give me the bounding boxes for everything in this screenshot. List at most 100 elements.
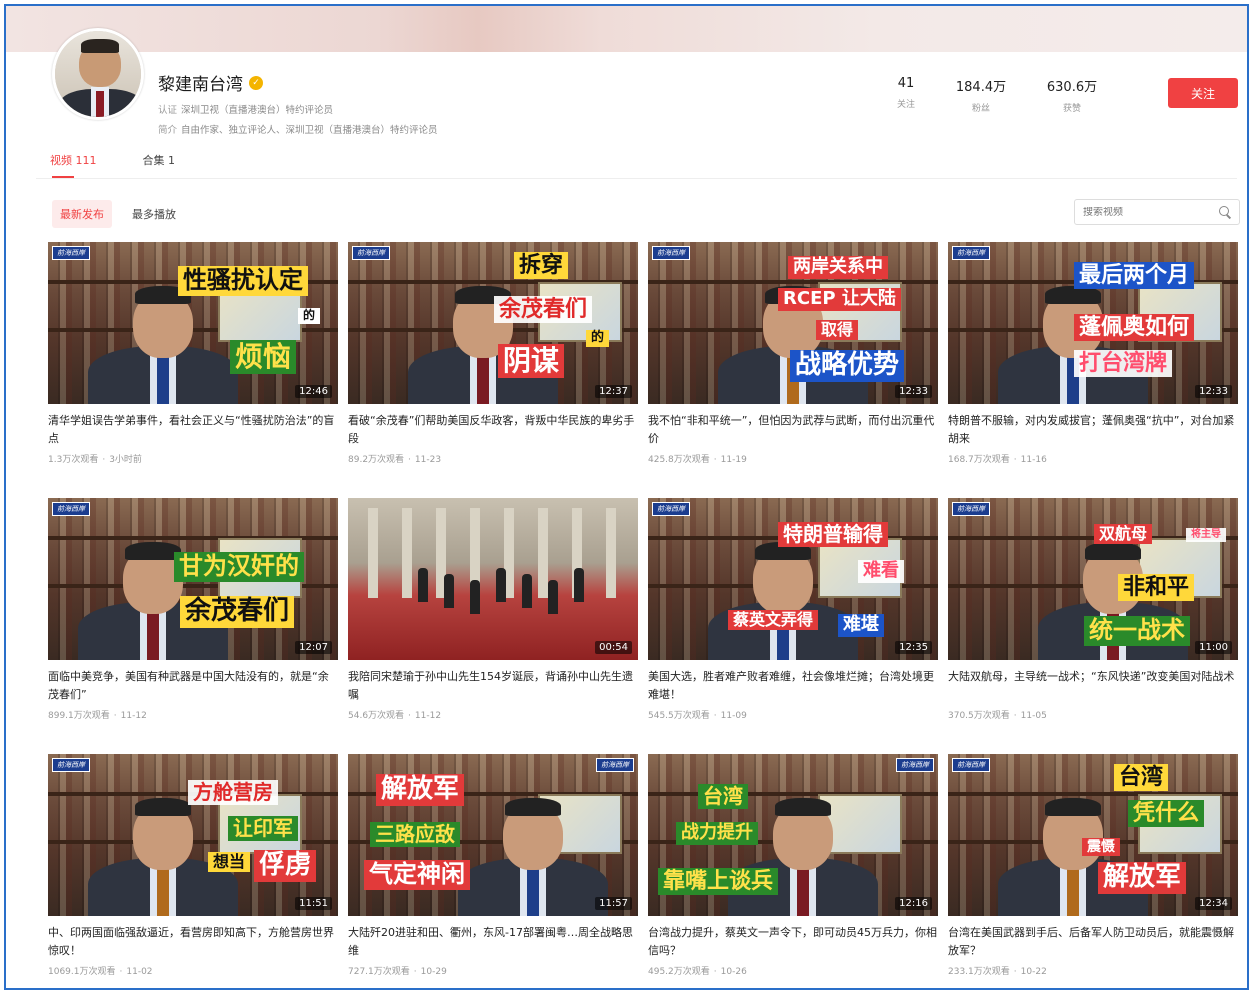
video-title[interactable]: 我不怕“非和平统一”，但怕因为武荐与武断，而付出沉重代价 (648, 412, 938, 448)
video-title[interactable]: 看破“余茂春”们帮助美国反华政客，背叛中华民族的卑劣手段 (348, 412, 638, 448)
video-card[interactable]: 前海西岸 解放军 三路应敌 气定神闲 11:57 大陆歼20进驻和田、衢州，东风-17部署… (348, 754, 638, 988)
video-title[interactable]: 面临中美竞争，美国有种武器是中国大陆没有的，就是“余茂春们” (48, 668, 338, 704)
video-card[interactable]: 前海西岸 两岸关系中 RCEP 让大陆 取得 战略优势 12:33 我不怕“非和平统一”，但… (648, 242, 938, 498)
video-title[interactable]: 特朗普不服输，对内发威拔官；蓬佩奥强“抗中”，对台加紧胡来 (948, 412, 1238, 448)
video-views: 425.8万次观看 (648, 455, 710, 465)
channel-logo-badge: 前海西岸 (652, 502, 690, 516)
stat-value: 630.6万 (1046, 80, 1098, 95)
video-thumbnail[interactable]: 前海西岸 拆穿 余茂春们的阴谋 12:37 (348, 242, 638, 404)
video-meta: 54.6万次观看 · 11-12 (348, 708, 638, 721)
sort-latest[interactable]: 最新发布 (52, 200, 112, 228)
meta-separator: · (1013, 711, 1017, 721)
video-duration: 11:51 (295, 897, 332, 910)
video-meta: 370.5万次观看 · 11-05 (948, 708, 1238, 721)
video-thumbnail[interactable]: 前海西岸 特朗普输得 难看 蔡英文弄得 难堪 12:35 (648, 498, 938, 660)
video-card[interactable]: 前海西岸 拆穿 余茂春们的阴谋 12:37 看破“余茂春”们帮助美国反华政客，背叛中华民… (348, 242, 638, 498)
avatar[interactable] (52, 28, 144, 120)
stat-likes: 630.6万 获赞 (1026, 76, 1118, 114)
video-thumbnail[interactable]: 前海西岸 解放军 三路应敌 气定神闲 11:57 (348, 754, 638, 916)
video-views: 89.2万次观看 (348, 455, 405, 465)
tab-collections[interactable]: 合集 1 (143, 152, 176, 178)
video-thumbnail[interactable]: 00:54 (348, 498, 638, 660)
video-meta: 545.5万次观看 · 11-09 (648, 708, 938, 721)
tab-videos[interactable]: 视频 111 (50, 152, 97, 178)
video-title[interactable]: 大陆歼20进驻和田、衢州，东风-17部署闽粤…周全战略思维 (348, 924, 638, 960)
video-title[interactable]: 台湾在美国武器到手后、后备军人防卫动员后，就能震慑解放军？ (948, 924, 1238, 960)
video-thumbnail[interactable]: 前海西岸 甘为汉奸的 余茂春们 12:07 (48, 498, 338, 660)
video-date: 11-09 (720, 711, 747, 721)
video-card[interactable]: 00:54 我陪同宋楚瑜于孙中山先生154岁诞辰，背诵孙中山先生遗嘱 54.6万次观… (348, 498, 638, 754)
video-meta: 89.2万次观看 · 11-23 (348, 452, 638, 465)
video-title[interactable]: 清华学姐误告学弟事件，看社会正义与“性骚扰防治法”的盲点 (48, 412, 338, 448)
thumbnail-caption: 三路应敌 (370, 822, 460, 847)
video-thumbnail[interactable]: 前海西岸 双航母 将主导 非和平 统一战术 11:00 (948, 498, 1238, 660)
video-views: 899.1万次观看 (48, 711, 110, 721)
sort-most-played[interactable]: 最多播放 (124, 200, 184, 228)
video-date: 11-19 (720, 455, 747, 465)
thumbnail-caption: 靠嘴上谈兵 (658, 868, 779, 896)
video-thumbnail[interactable]: 前海西岸 两岸关系中 RCEP 让大陆 取得 战略优势 12:33 (648, 242, 938, 404)
thumbnail-caption: 难看 (858, 560, 904, 583)
video-date: 11-23 (414, 455, 442, 465)
video-card[interactable]: 前海西岸 特朗普输得 难看 蔡英文弄得 难堪 12:35 美国大选，胜者难产败者难缠，社会像… (648, 498, 938, 754)
follow-button[interactable]: 关注 (1168, 78, 1238, 108)
thumbnail-caption: 取得 (816, 320, 859, 341)
stat-label: 粉丝 (971, 104, 990, 114)
video-thumbnail[interactable]: 前海西岸 性骚扰认定的烦恼 12:46 (48, 242, 338, 404)
thumbnail-caption: 蔡英文弄得 (728, 610, 819, 631)
certification-value: 深圳卫视（直播港澳台）特约评论员 (181, 105, 334, 116)
stat-followers[interactable]: 184.4万 粉丝 (936, 76, 1026, 114)
channel-logo-badge: 前海西岸 (952, 758, 990, 772)
video-thumbnail[interactable]: 前海西岸 台湾 战力提升 靠嘴上谈兵 12:16 (648, 754, 938, 916)
video-card[interactable]: 前海西岸 台湾 凭什么 震慑 解放军 12:34 台湾在美国武器到手后、后备军人防卫动员后，… (948, 754, 1238, 988)
thumbnail-caption: 性骚扰认定 (178, 266, 308, 296)
video-card[interactable]: 前海西岸 台湾 战力提升 靠嘴上谈兵 12:16 台湾战力提升，蔡英文一声令下，即可动员4… (648, 754, 938, 988)
thumbnail-caption: 的 (586, 330, 610, 347)
video-duration: 12:33 (1195, 385, 1232, 398)
bio-key: 简介 (158, 125, 178, 136)
thumbnail-caption: 甘为汉奸的 (174, 552, 304, 582)
video-title[interactable]: 台湾战力提升，蔡英文一声令下，即可动员45万兵力，你相信吗？ (648, 924, 938, 960)
video-title[interactable]: 大陆双航母，主导统一战术；“东风快递”改变美国对陆战术 (948, 668, 1238, 704)
video-title[interactable]: 我陪同宋楚瑜于孙中山先生154岁诞辰，背诵孙中山先生遗嘱 (348, 668, 638, 704)
channel-logo-badge: 前海西岸 (652, 246, 690, 260)
video-thumbnail[interactable]: 前海西岸 方舱营房 让印军 想当 俘虏 11:51 (48, 754, 338, 916)
thumbnail-caption: 台湾 (698, 784, 748, 809)
profile-stats: 41 关注 184.4万 粉丝 630.6万 获赞 (876, 76, 1118, 114)
channel-logo-badge: 前海西岸 (952, 502, 990, 516)
video-title[interactable]: 中、印两国面临强敌逼近，看营房即知高下，方舱营房世界惊叹！ (48, 924, 338, 960)
video-views: 495.2万次观看 (648, 967, 710, 977)
video-title[interactable]: 美国大选，胜者难产败者难缠，社会像堆烂摊；台湾处境更难堪！ (648, 668, 938, 704)
search-icon[interactable] (1219, 206, 1231, 218)
meta-separator: · (408, 455, 411, 465)
video-card[interactable]: 前海西岸 双航母 将主导 非和平 统一战术 11:00 大陆双航母，主导统一战术；“东风快递… (948, 498, 1238, 754)
verified-icon: ✓ (249, 75, 263, 90)
thumbnail-caption: 将主导 (1186, 528, 1226, 542)
search-input[interactable] (1083, 206, 1219, 218)
video-grid: 前海西岸 性骚扰认定的烦恼 12:46 清华学姐误告学弟事件，看社会正义与“性骚扰防治… (48, 242, 1244, 988)
stat-following[interactable]: 41 关注 (876, 76, 936, 114)
video-thumbnail[interactable]: 前海西岸 台湾 凭什么 震慑 解放军 12:34 (948, 754, 1238, 916)
page-frame: 黎建南台湾 ✓ 认证 深圳卫视（直播港澳台）特约评论员 简介 自由作家、独立评论人、… (4, 4, 1249, 990)
video-duration: 12:07 (295, 641, 332, 654)
meta-separator: · (113, 711, 117, 721)
video-card[interactable]: 前海西岸 方舱营房 让印军 想当 俘虏 11:51 中、印两国面临强敌逼近，看营房即知高下，… (48, 754, 338, 988)
video-thumbnail[interactable]: 前海西岸 最后两个月 蓬佩奥如何 打台湾牌 12:33 (948, 242, 1238, 404)
channel-name: 黎建南台湾 (158, 75, 243, 95)
channel-logo-badge: 前海西岸 (352, 246, 390, 260)
meta-separator: · (713, 711, 717, 721)
video-card[interactable]: 前海西岸 最后两个月 蓬佩奥如何 打台湾牌 12:33 特朗普不服输，对内发威拔官；蓬佩奥… (948, 242, 1238, 498)
video-duration: 12:46 (295, 385, 332, 398)
thumbnail-caption: 的 (298, 308, 321, 324)
video-views: 1069.1万次观看 (48, 967, 116, 977)
certification-key: 认证 (158, 105, 178, 116)
video-card[interactable]: 前海西岸 甘为汉奸的 余茂春们 12:07 面临中美竞争，美国有种武器是中国大陆没有的，… (48, 498, 338, 754)
tabs-divider (36, 178, 1237, 179)
thumbnail-caption: 余茂春们 (494, 296, 593, 324)
video-views: 370.5万次观看 (948, 711, 1010, 721)
thumbnail-caption: 战力提升 (676, 822, 758, 845)
video-date: 11-02 (126, 967, 153, 977)
video-card[interactable]: 前海西岸 性骚扰认定的烦恼 12:46 清华学姐误告学弟事件，看社会正义与“性骚扰防治… (48, 242, 338, 498)
thumbnail-caption: 打台湾牌 (1074, 350, 1173, 378)
thumbnail-caption: 方舱营房 (188, 780, 278, 805)
